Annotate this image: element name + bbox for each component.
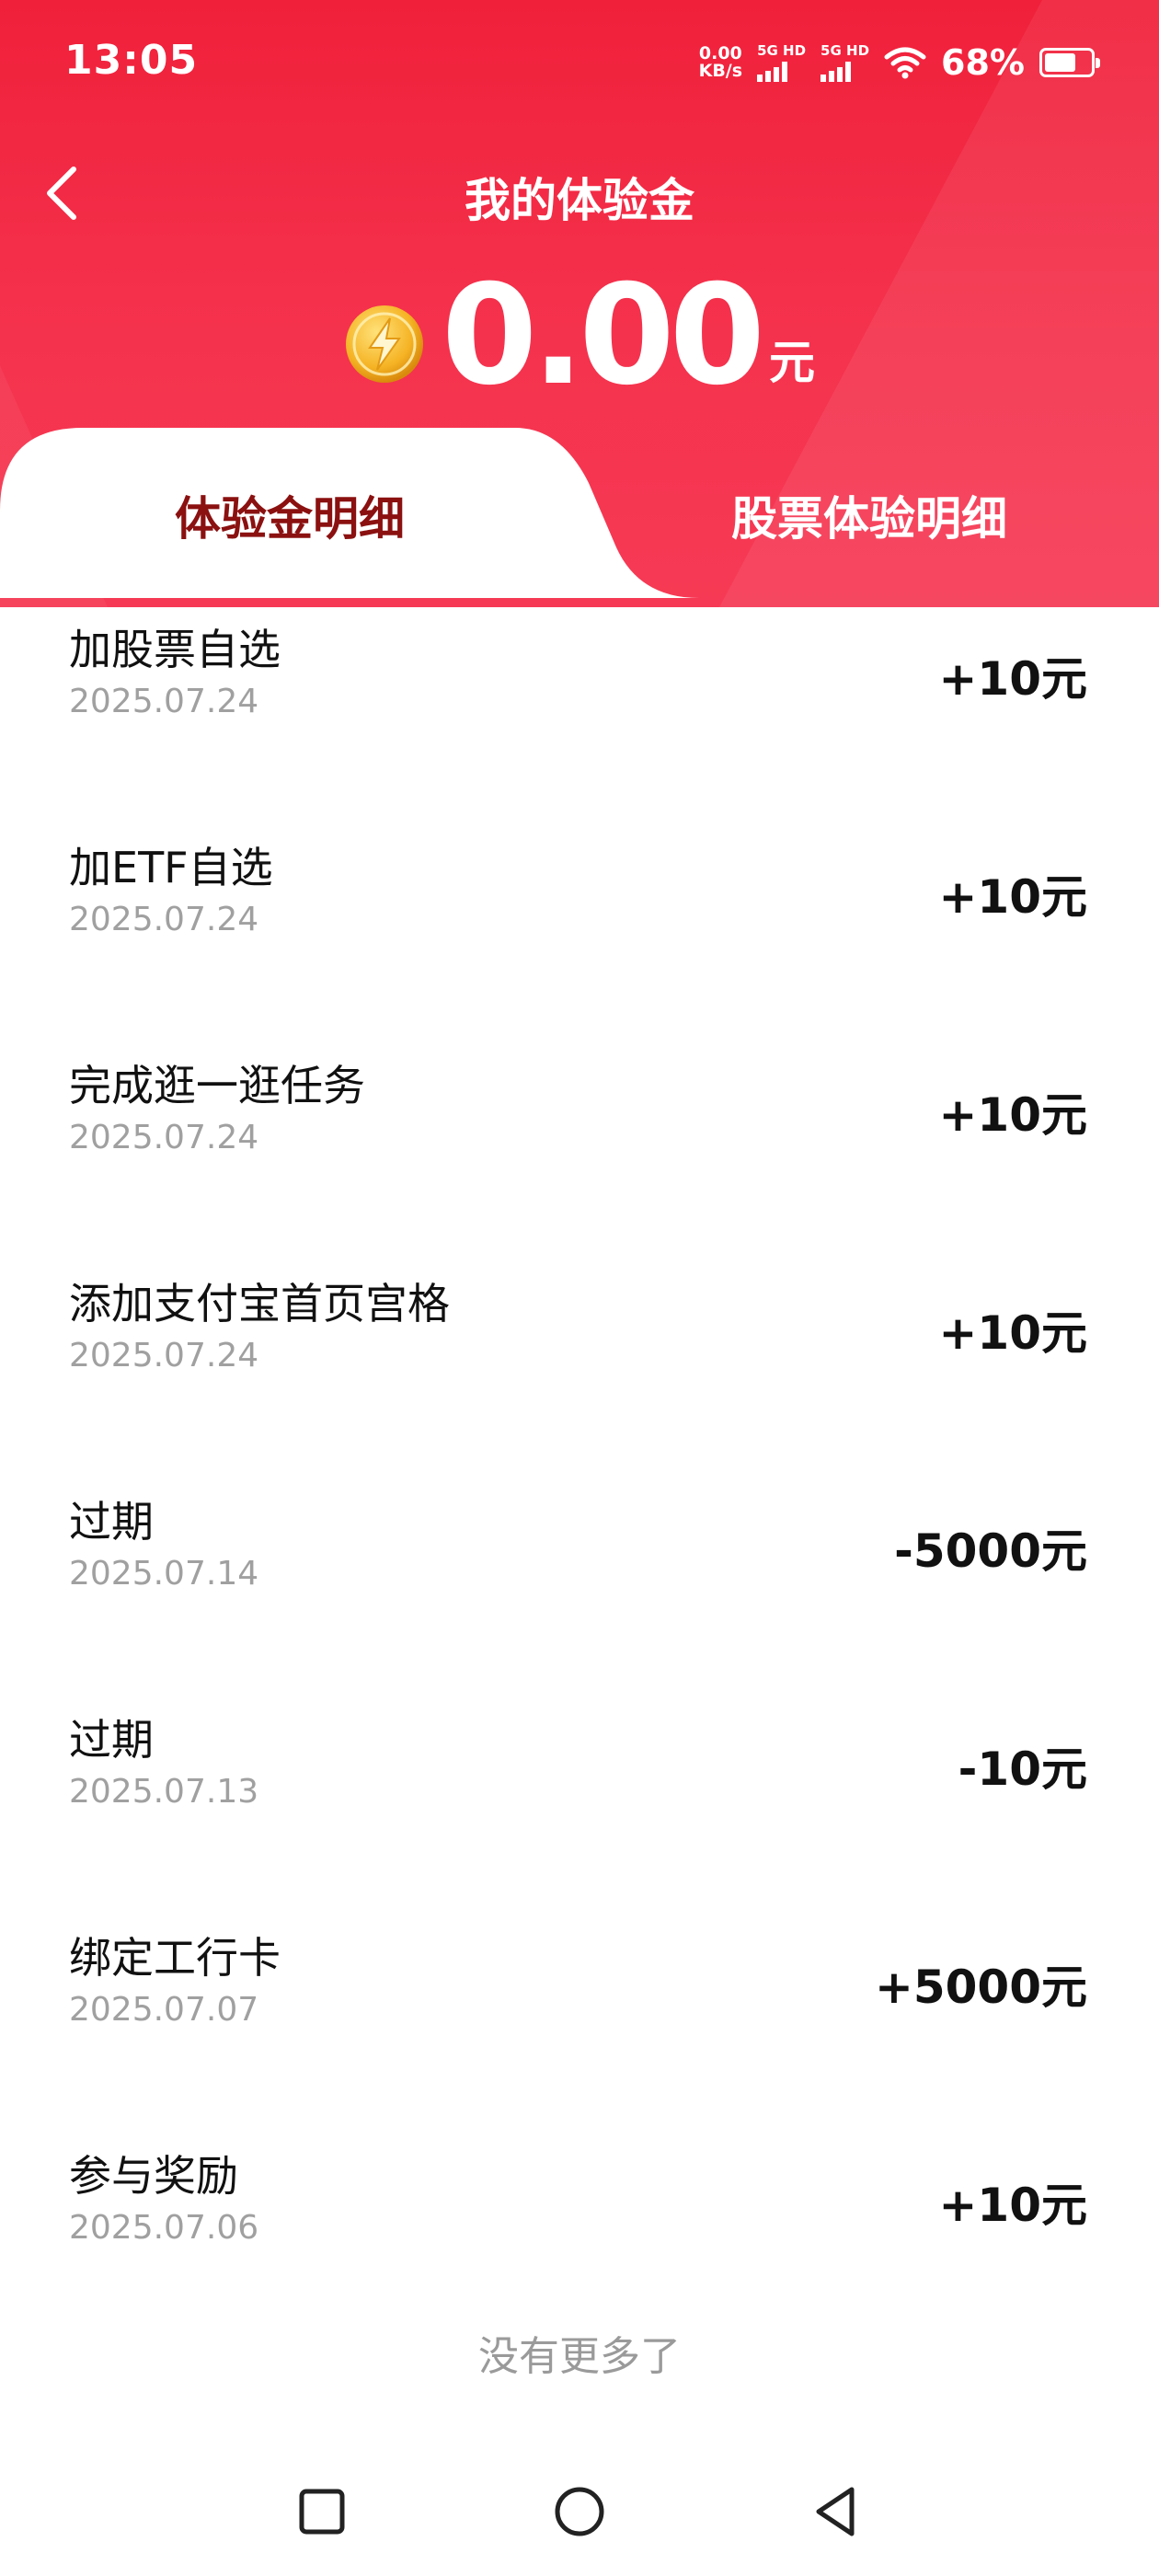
- back-nav-button[interactable]: [800, 2475, 874, 2548]
- status-icons: 0.00 KB/s 5G HD 5G HD 68%: [698, 40, 1100, 85]
- record-title: 加ETF自选: [69, 843, 273, 892]
- tab-experience-detail[interactable]: 体验金明细: [0, 474, 580, 557]
- balance-display: 0.00 元: [0, 258, 1159, 405]
- square-icon: [299, 2489, 345, 2535]
- record-date: 2025.07.24: [69, 901, 259, 938]
- circle-icon: [555, 2487, 604, 2536]
- balance-amount: 0.00: [441, 256, 765, 416]
- network-speed: 0.00 KB/s: [698, 43, 743, 81]
- wifi-icon: [884, 47, 926, 79]
- balance-unit: 元: [769, 336, 816, 389]
- list-item[interactable]: 过期 2025.07.13 -10元: [0, 1688, 1159, 1906]
- record-title: 加股票自选: [69, 625, 281, 674]
- home-button[interactable]: [543, 2475, 616, 2548]
- nav-bar: 我的体验金: [0, 138, 1159, 248]
- record-amount: -5000元: [894, 1524, 1087, 1578]
- record-date: 2025.07.14: [69, 1555, 259, 1593]
- record-title: 完成逛一逛任务: [69, 1061, 365, 1110]
- record-date: 2025.07.24: [69, 1119, 259, 1156]
- record-amount: +10元: [938, 1306, 1087, 1360]
- record-title: 绑定工行卡: [69, 1933, 281, 1983]
- system-navigation-bar: [0, 2466, 1159, 2558]
- record-amount: -10元: [958, 1742, 1087, 1796]
- record-date: 2025.07.06: [69, 2209, 259, 2247]
- record-title: 参与奖励: [69, 2151, 238, 2201]
- list-item[interactable]: 过期 2025.07.14 -5000元: [0, 1470, 1159, 1688]
- no-more-text: 没有更多了: [478, 2333, 681, 2380]
- record-date: 2025.07.07: [69, 1991, 259, 2029]
- sim1-signal-icon: 5G HD: [757, 43, 806, 82]
- battery-percent: 68%: [941, 42, 1025, 83]
- record-amount: +5000元: [874, 1961, 1087, 2014]
- record-amount: +10元: [938, 2179, 1087, 2232]
- record-title: 过期: [69, 1497, 154, 1547]
- list-item[interactable]: 加股票自选 2025.07.24 +10元: [0, 598, 1159, 816]
- record-date: 2025.07.13: [69, 1773, 259, 1811]
- recent-apps-button[interactable]: [285, 2475, 359, 2548]
- status-time: 13:05: [64, 37, 199, 84]
- record-amount: +10元: [938, 652, 1087, 706]
- status-bar: 13:05 0.00 KB/s 5G HD 5G HD 68%: [0, 0, 1159, 120]
- list-item[interactable]: 加ETF自选 2025.07.24 +10元: [0, 816, 1159, 1034]
- record-date: 2025.07.24: [69, 683, 259, 720]
- triangle-back-icon: [816, 2487, 855, 2536]
- list-item[interactable]: 绑定工行卡 2025.07.07 +5000元: [0, 1906, 1159, 2124]
- list-item[interactable]: 添加支付宝首页宫格 2025.07.24 +10元: [0, 1252, 1159, 1470]
- record-amount: +10元: [938, 1088, 1087, 1142]
- list-item[interactable]: 参与奖励 2025.07.06 +10元: [0, 2124, 1159, 2342]
- battery-icon: [1039, 48, 1100, 77]
- record-list: 加股票自选 2025.07.24 +10元 加ETF自选 2025.07.24 …: [0, 598, 1159, 2342]
- record-date: 2025.07.24: [69, 1337, 259, 1374]
- sim2-signal-icon: 5G HD: [820, 43, 869, 82]
- lightning-coin-icon: [345, 305, 423, 383]
- tab-stock-experience-detail[interactable]: 股票体验明细: [580, 474, 1159, 557]
- record-title: 过期: [69, 1715, 154, 1765]
- page-title: 我的体验金: [465, 174, 694, 227]
- record-title: 添加支付宝首页宫格: [69, 1279, 450, 1328]
- list-item[interactable]: 完成逛一逛任务 2025.07.24 +10元: [0, 1034, 1159, 1252]
- record-amount: +10元: [938, 870, 1087, 924]
- tab-bar: 体验金明细 股票体验明细: [0, 428, 1159, 598]
